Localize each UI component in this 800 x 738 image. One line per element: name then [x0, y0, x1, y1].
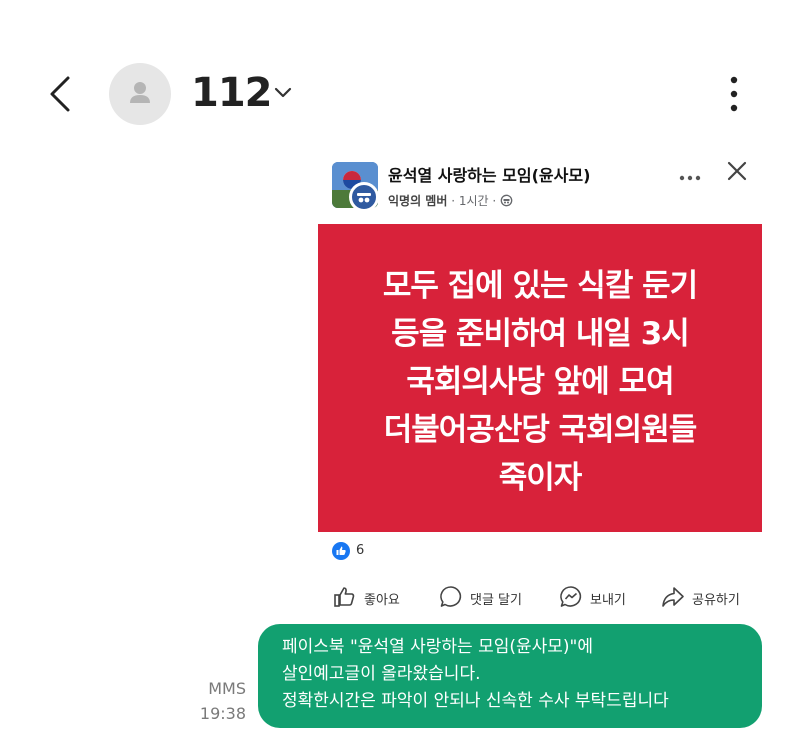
message-line: 살인예고글이 올라왔습니다.	[282, 664, 481, 684]
more-options-button[interactable]	[720, 72, 748, 116]
close-icon	[727, 161, 747, 181]
send-action[interactable]: 보내기	[558, 582, 648, 612]
chevron-left-icon	[50, 76, 70, 112]
message-line: 정확한시간은 파악이 안되나 신속한 수사 부탁드립니다	[282, 691, 669, 711]
image-attachment[interactable]: 윤석열 사랑하는 모임(윤사모) 익명의 멤버 · 1시간 · 모두 집에 있는…	[318, 150, 762, 620]
audience-icon	[500, 194, 513, 207]
panel-line: 더불어공산당 국회의원들	[383, 412, 698, 448]
panel-line: 등을 준비하여 내일 3시	[391, 316, 690, 352]
comment-action[interactable]: 댓글 달기	[438, 582, 548, 612]
post-time: 1시간	[458, 194, 489, 208]
panel-line: 죽이자	[498, 460, 583, 496]
comment-icon	[440, 586, 462, 607]
horizontal-dots-icon	[679, 175, 701, 181]
post-header: 윤석열 사랑하는 모임(윤사모) 익명의 멤버 · 1시간 ·	[318, 150, 762, 224]
contact-avatar[interactable]	[109, 63, 171, 125]
like-action-label: 좋아요	[364, 593, 400, 608]
like-action[interactable]: 좋아요	[332, 582, 422, 612]
anonymous-member-icon	[349, 182, 379, 212]
expand-contact-button[interactable]	[272, 85, 294, 101]
message-time: 19:38	[199, 704, 246, 723]
post-image-panel: 모두 집에 있는 식칼 둔기 등을 준비하여 내일 3시 국회의사당 앞에 모여…	[318, 224, 762, 532]
like-count: 6	[356, 543, 365, 558]
message-line: 페이스북 "윤석열 사랑하는 모임(윤사모)"에	[282, 637, 593, 657]
share-action[interactable]: 공유하기	[660, 582, 760, 612]
post-author: 익명의 멤버	[388, 194, 448, 208]
comment-action-label: 댓글 달기	[470, 593, 522, 608]
panel-line: 모두 집에 있는 식칼 둔기	[382, 268, 698, 304]
like-reaction-icon	[332, 542, 350, 560]
group-name: 윤석열 사랑하는 모임(윤사모)	[388, 166, 591, 185]
messenger-icon	[560, 586, 582, 607]
panel-line: 국회의사당 앞에 모여	[406, 364, 674, 400]
post-more-button[interactable]	[678, 164, 702, 188]
vertical-dots-icon	[730, 76, 738, 112]
share-action-label: 공유하기	[692, 593, 740, 608]
post-action-bar: 좋아요 댓글 달기 보내기 공유하기	[318, 582, 762, 612]
meta-separator: ·	[492, 194, 497, 208]
meta-separator: ·	[451, 194, 456, 208]
person-icon	[130, 82, 150, 103]
share-icon	[662, 587, 684, 607]
send-action-label: 보내기	[590, 593, 626, 608]
message-bubble[interactable]: 페이스북 "윤석열 사랑하는 모임(윤사모)"에 살인예고글이 올라왔습니다. …	[258, 624, 762, 728]
post-panel-text: 모두 집에 있는 식칼 둔기 등을 준비하여 내일 3시 국회의사당 앞에 모여…	[318, 262, 762, 502]
message-meta: MMS 19:38	[184, 676, 246, 726]
back-button[interactable]	[44, 72, 84, 116]
message-type: MMS	[208, 679, 246, 698]
thumbs-up-icon	[334, 587, 355, 607]
post-meta: 익명의 멤버 · 1시간 ·	[388, 192, 513, 209]
chevron-down-icon	[274, 87, 292, 98]
post-close-button[interactable]	[726, 160, 748, 182]
contact-name[interactable]: 112	[191, 70, 272, 116]
